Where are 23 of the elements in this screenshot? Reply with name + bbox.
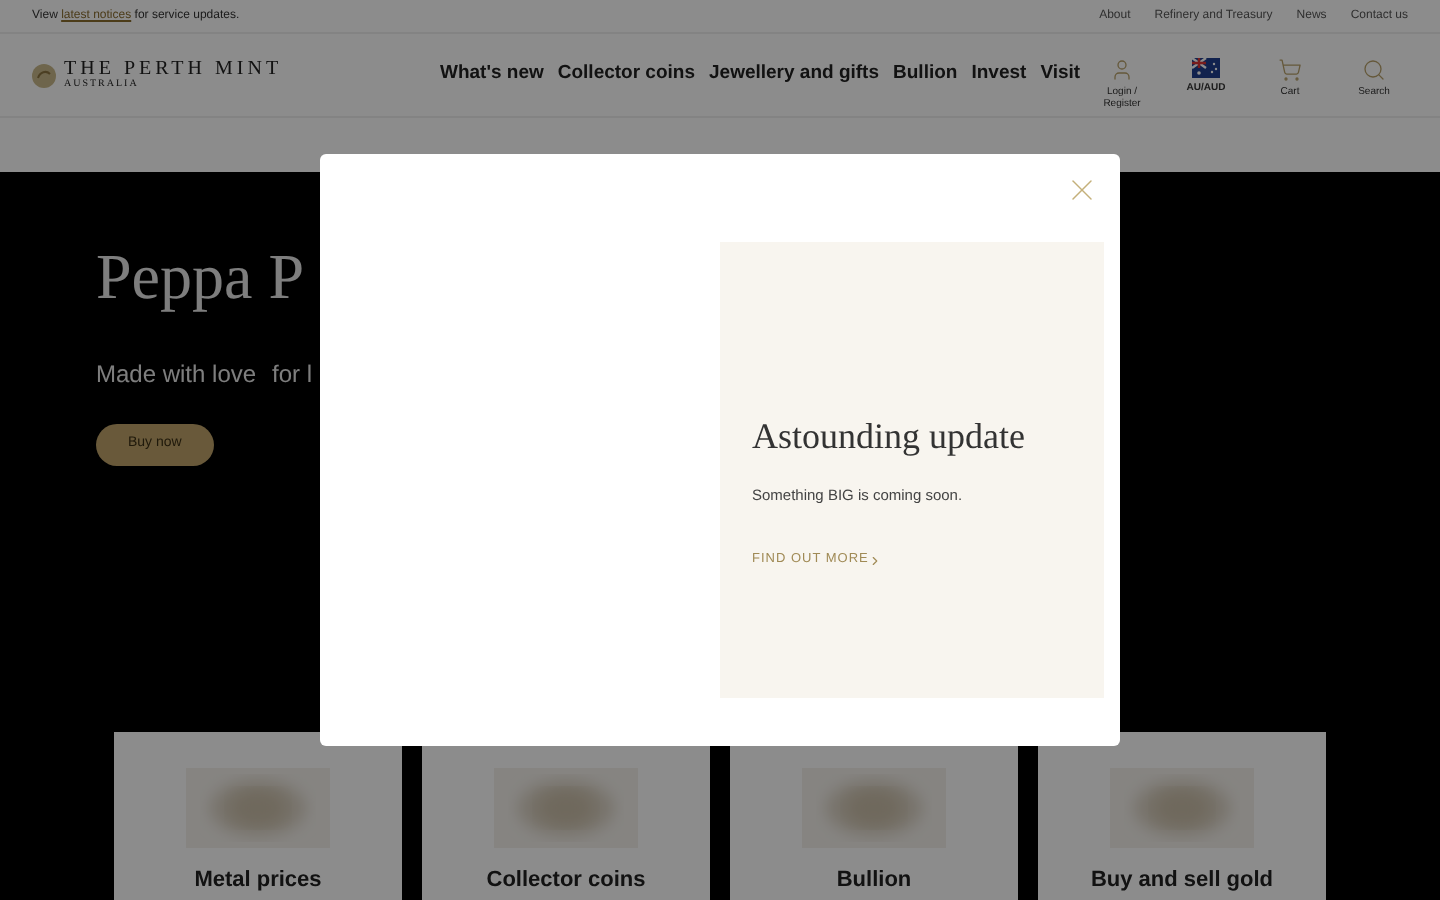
nav-link[interactable]: Visit bbox=[1040, 60, 1081, 90]
card-title: Buy and sell gold bbox=[1090, 866, 1274, 896]
category-card[interactable]: Buy and sell gold bbox=[1038, 732, 1326, 900]
cart-icon bbox=[1278, 57, 1302, 81]
card-title: Collector coins bbox=[486, 866, 646, 896]
hero-subtitle: for l bbox=[272, 358, 313, 392]
chevron-icon bbox=[868, 553, 883, 568]
logo-title: THE PERTH MINT bbox=[64, 60, 283, 80]
nav-link[interactable]: What's new bbox=[440, 60, 544, 90]
card-title: Bullion bbox=[836, 866, 912, 896]
logo-icon bbox=[32, 63, 56, 87]
category-card[interactable]: Metal prices bbox=[114, 732, 402, 900]
modal-title: Astounding update bbox=[752, 414, 1027, 460]
nav-link[interactable]: Jewellery and gifts bbox=[709, 60, 880, 90]
hero-title: Peppa P bbox=[96, 244, 306, 308]
hero-subtitle: Made with love bbox=[96, 358, 257, 392]
nav-link[interactable]: Invest bbox=[971, 60, 1027, 90]
flag-icon bbox=[1192, 57, 1220, 77]
search-icon bbox=[1362, 57, 1386, 81]
card-title: Metal prices bbox=[194, 866, 322, 896]
user-icon bbox=[1110, 57, 1134, 81]
nav-link[interactable]: Bullion bbox=[893, 60, 958, 90]
nav-link[interactable]: Collector coins bbox=[557, 60, 695, 90]
